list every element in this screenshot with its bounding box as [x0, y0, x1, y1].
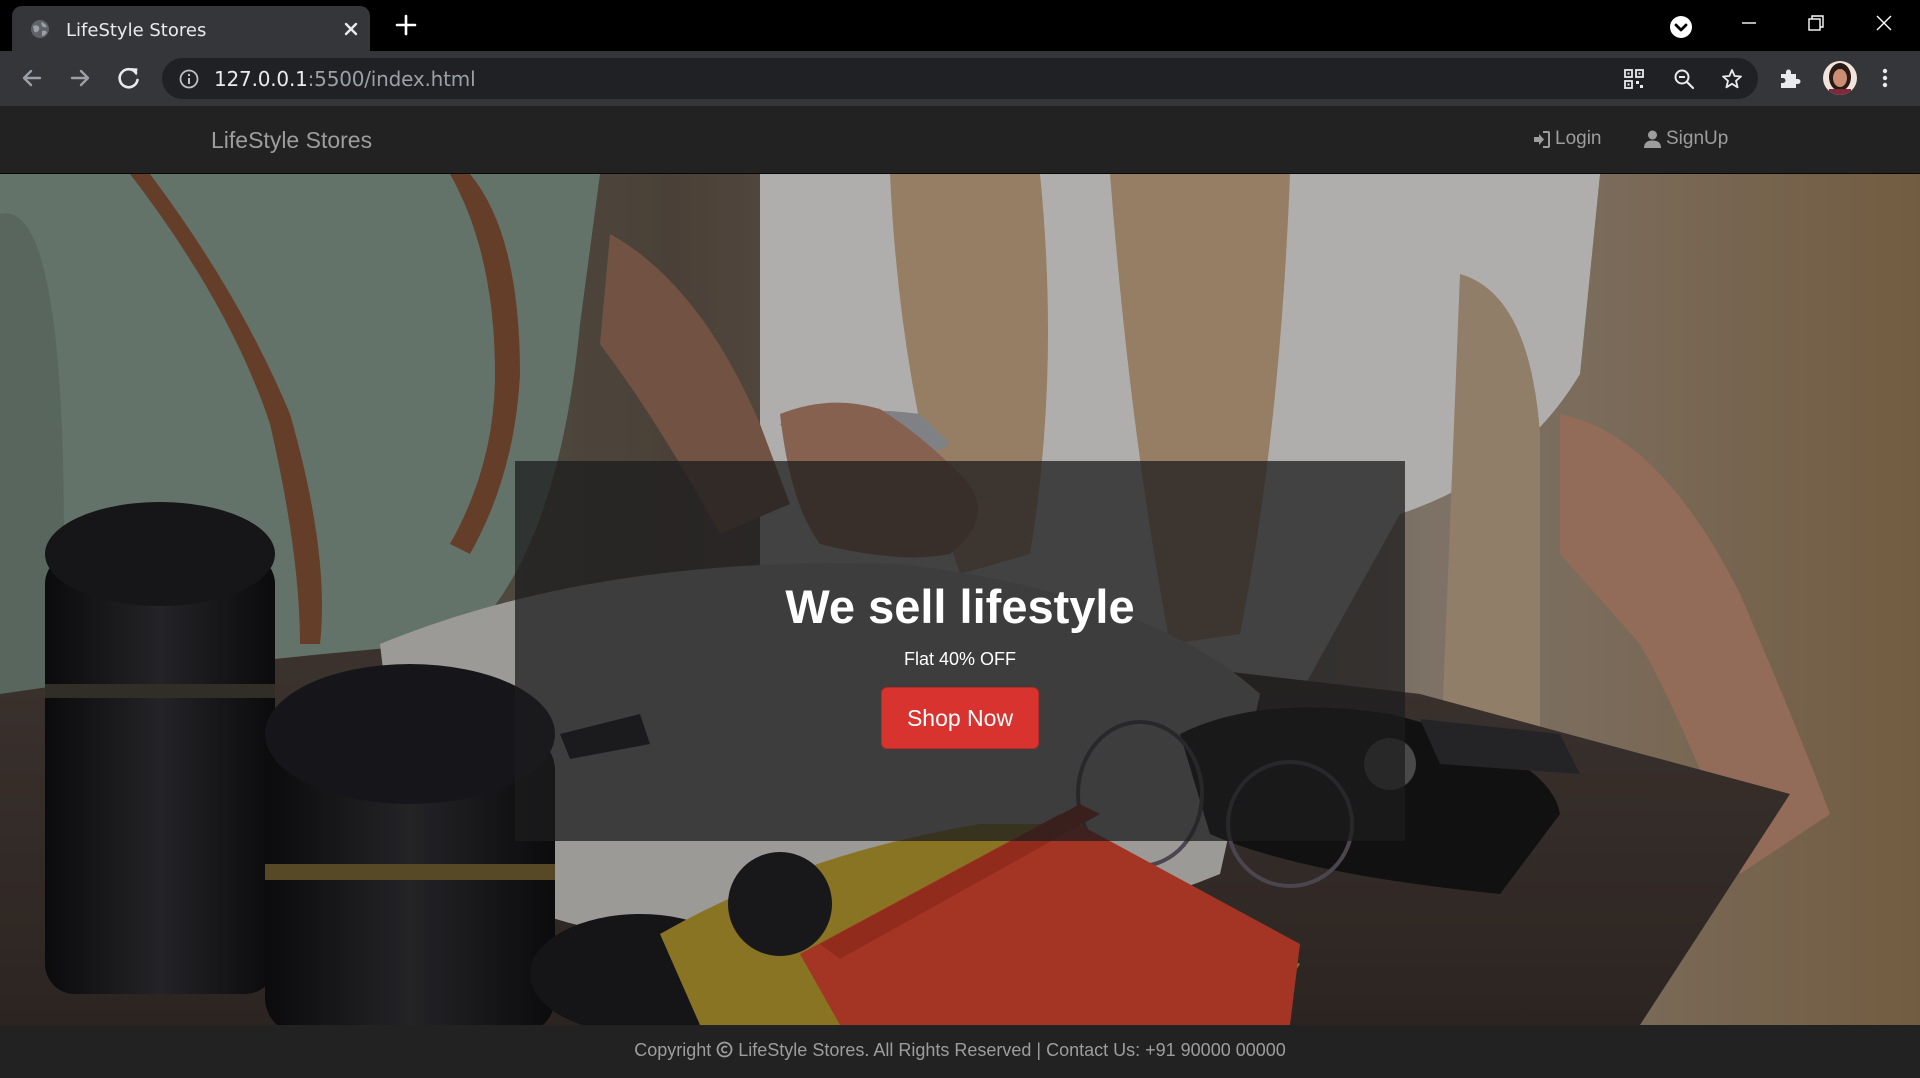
url-text[interactable]: 127.0.0.1:5500/index.html	[214, 67, 476, 91]
browser-toolbar: 127.0.0.1:5500/index.html	[0, 51, 1920, 106]
browser-tab[interactable]: LifeStyle Stores	[12, 6, 370, 51]
plus-icon[interactable]	[393, 12, 419, 38]
shop-now-button[interactable]: Shop Now	[881, 687, 1039, 749]
copyright-text: LifeStyle Stores. All Rights Reserved | …	[738, 1040, 1286, 1060]
banner-subtitle: Flat 40% OFF	[903, 649, 1017, 669]
signup-link[interactable]: SignUp	[1642, 128, 1728, 150]
log-in-icon	[1534, 130, 1550, 148]
close-icon[interactable]	[340, 18, 362, 40]
arrow-right-icon[interactable]	[66, 64, 94, 92]
login-label: Login	[1555, 128, 1602, 149]
hero-section: We sell lifestyle Flat 40% OFF Shop Now	[0, 174, 1920, 1025]
signup-label: SignUp	[1666, 128, 1729, 149]
star-icon[interactable]	[1720, 67, 1744, 91]
kebab-menu-icon[interactable]	[1872, 65, 1898, 91]
avatar[interactable]	[1823, 61, 1857, 95]
brand-link[interactable]: LifeStyle Stores	[211, 127, 372, 154]
site-footer: Copyright LifeStyle Stores. All Rights R…	[0, 1025, 1920, 1078]
footer-copyright: Copyright LifeStyle Stores. All Rights R…	[0, 1040, 1920, 1061]
minimize-icon[interactable]	[1736, 10, 1762, 36]
copyright-label: Copyright	[634, 1040, 712, 1060]
url-path: :5500/index.html	[307, 67, 476, 91]
url-host: 127.0.0.1	[214, 67, 308, 91]
reload-icon[interactable]	[115, 64, 143, 92]
browser-tabstrip: LifeStyle Stores	[0, 0, 1920, 51]
page-viewport: LifeStyle Stores Login SignUp We sell li…	[0, 106, 1920, 1078]
promo-banner: We sell lifestyle Flat 40% OFF Shop Now	[515, 461, 1405, 841]
restore-icon[interactable]	[1803, 10, 1829, 36]
qr-code-icon[interactable]	[1622, 67, 1646, 91]
banner-title: We sell lifestyle	[785, 580, 1135, 633]
site-navbar: LifeStyle Stores Login SignUp	[0, 106, 1920, 174]
window-close-icon[interactable]	[1871, 10, 1897, 36]
user-icon	[1644, 130, 1661, 148]
copyright-icon	[716, 1041, 733, 1058]
profile-photo-icon	[1823, 61, 1857, 95]
tab-title: LifeStyle Stores	[66, 20, 207, 41]
info-icon[interactable]	[178, 68, 200, 90]
tab-search-icon[interactable]	[1668, 14, 1694, 40]
address-bar[interactable]: 127.0.0.1:5500/index.html	[162, 58, 1758, 99]
puzzle-icon[interactable]	[1777, 65, 1803, 91]
zoom-out-icon[interactable]	[1672, 67, 1696, 91]
arrow-left-icon[interactable]	[18, 64, 46, 92]
globe-icon	[31, 20, 49, 38]
login-link[interactable]: Login	[1531, 128, 1602, 150]
